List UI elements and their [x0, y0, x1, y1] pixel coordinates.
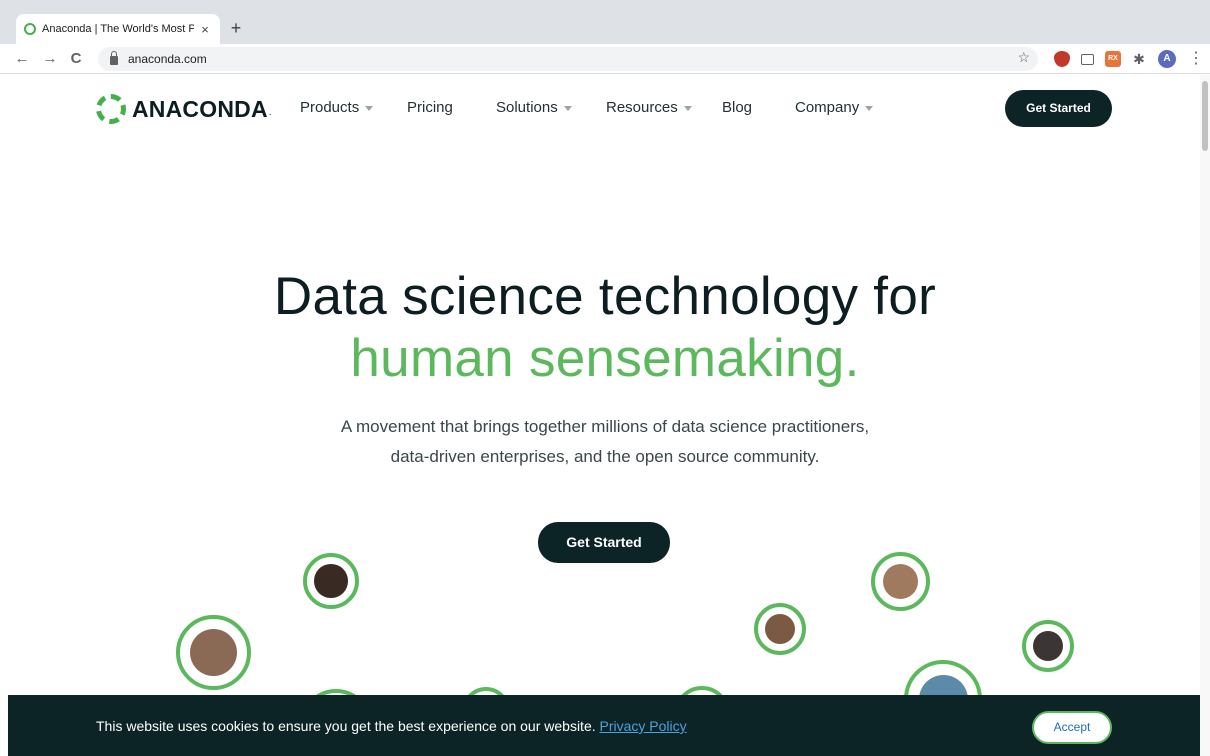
person-photo — [764, 613, 796, 645]
accept-cookies-button[interactable]: Accept — [1032, 711, 1112, 744]
nav-label: Company — [795, 99, 860, 116]
person-photo — [314, 564, 348, 598]
back-arrow-icon[interactable]: ← — [12, 49, 32, 69]
community-avatar — [754, 603, 806, 655]
chevron-down-icon — [683, 106, 692, 111]
community-avatar — [1022, 620, 1074, 672]
tab-title: Anaconda | The World's Most P — [42, 23, 194, 35]
hero-get-started-button[interactable]: Get Started — [538, 522, 670, 563]
rx-extension-icon[interactable]: RX — [1105, 51, 1121, 67]
anaconda-logo[interactable]: ANACONDA . — [96, 94, 272, 124]
person-photo — [1032, 630, 1064, 662]
community-avatar — [871, 552, 930, 611]
community-avatar — [303, 553, 359, 609]
logo-wordmark: ANACONDA — [132, 95, 268, 122]
page-scrollbar[interactable] — [1200, 75, 1210, 756]
browser-tab-bar: Anaconda | The World's Most P × + — [0, 0, 1210, 44]
cookie-message-text: This website uses cookies to ensure you … — [96, 718, 600, 734]
person-photo — [882, 563, 919, 600]
nav-blog[interactable]: Blog — [722, 99, 752, 116]
cookie-message: This website uses cookies to ensure you … — [96, 718, 687, 734]
nav-label: Products — [300, 99, 360, 116]
browser-toolbar: ← → C anaconda.com ☆ — [0, 44, 1210, 74]
cast-icon[interactable] — [1081, 54, 1094, 65]
chevron-down-icon — [365, 106, 374, 111]
browser-menu-icon[interactable]: ⋮ — [1188, 49, 1204, 69]
web-page: ANACONDA . Products Pricing Solutions Re… — [0, 75, 1200, 756]
address-bar[interactable]: anaconda.com ☆ — [98, 47, 1038, 71]
nav-pricing[interactable]: Pricing — [407, 99, 453, 116]
extensions-puzzle-icon[interactable]: ✱ — [1131, 51, 1147, 67]
nav-products[interactable]: Products — [300, 99, 374, 116]
logo-dot: . — [268, 107, 272, 118]
nav-label: Pricing — [407, 99, 453, 116]
privacy-policy-link[interactable]: Privacy Policy — [600, 718, 687, 734]
scrollbar-thumb[interactable] — [1202, 81, 1208, 151]
close-tab-icon[interactable]: × — [198, 22, 212, 37]
url-text: anaconda.com — [128, 52, 207, 66]
new-tab-button[interactable]: + — [226, 17, 246, 39]
nav-solutions[interactable]: Solutions — [496, 99, 572, 116]
reload-icon[interactable]: C — [66, 49, 86, 69]
profile-avatar[interactable]: A — [1158, 50, 1176, 68]
anaconda-favicon-icon — [24, 23, 36, 35]
hero-headline-line1: Data science technology for — [273, 267, 937, 326]
forward-arrow-icon[interactable]: → — [40, 49, 60, 69]
community-avatar — [176, 615, 251, 690]
hero-subtitle-line1: A movement that brings together millions… — [340, 417, 870, 436]
bookmark-star-icon[interactable]: ☆ — [1017, 49, 1030, 66]
nav-resources[interactable]: Resources — [606, 99, 692, 116]
anaconda-ring-icon — [96, 94, 126, 124]
hero-subtitle-line2: data-driven enterprises, and the open so… — [390, 447, 820, 466]
header-get-started-button[interactable]: Get Started — [1005, 90, 1112, 127]
hero-headline-line2: human sensemaking. — [350, 329, 860, 388]
chevron-down-icon — [865, 106, 874, 111]
nav-label: Blog — [722, 99, 753, 116]
nav-label: Resources — [606, 99, 678, 116]
chevron-down-icon — [563, 106, 572, 111]
browser-tab[interactable]: Anaconda | The World's Most P × — [16, 14, 220, 44]
cookie-banner: This website uses cookies to ensure you … — [8, 695, 1200, 756]
person-photo — [190, 629, 237, 676]
lock-icon — [110, 50, 118, 65]
hero-subtitle: A movement that brings together millions… — [255, 412, 955, 472]
nav-label: Solutions — [496, 99, 558, 116]
nav-company[interactable]: Company — [795, 99, 874, 116]
